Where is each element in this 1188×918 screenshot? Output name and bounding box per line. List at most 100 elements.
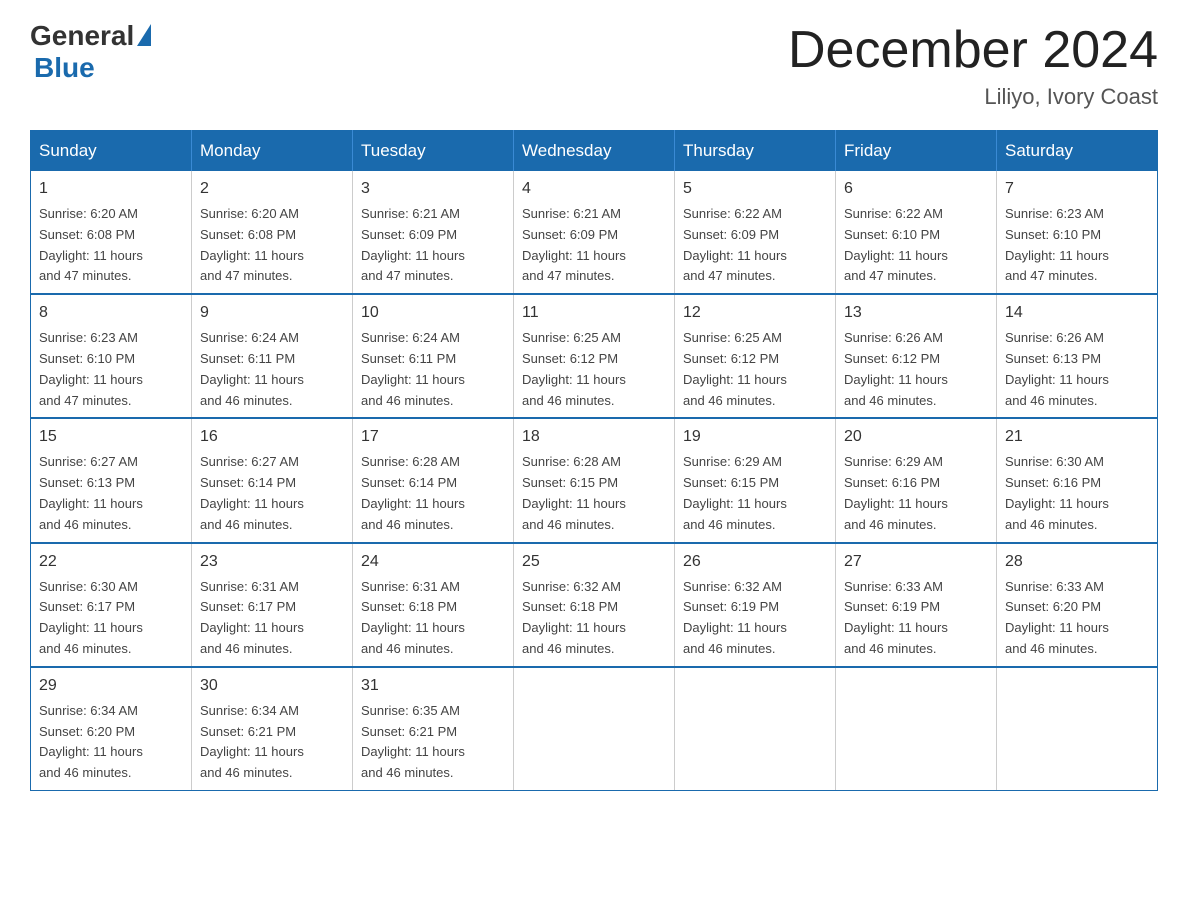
day-number: 19 bbox=[683, 425, 827, 449]
calendar-day-cell: 23 Sunrise: 6:31 AMSunset: 6:17 PMDaylig… bbox=[192, 543, 353, 667]
day-number: 21 bbox=[1005, 425, 1149, 449]
day-info: Sunrise: 6:34 AMSunset: 6:21 PMDaylight:… bbox=[200, 703, 304, 780]
day-info: Sunrise: 6:33 AMSunset: 6:19 PMDaylight:… bbox=[844, 579, 948, 656]
calendar-week-row: 8 Sunrise: 6:23 AMSunset: 6:10 PMDayligh… bbox=[31, 294, 1158, 418]
day-number: 7 bbox=[1005, 177, 1149, 201]
day-number: 1 bbox=[39, 177, 183, 201]
day-number: 8 bbox=[39, 301, 183, 325]
day-number: 30 bbox=[200, 674, 344, 698]
day-info: Sunrise: 6:27 AMSunset: 6:13 PMDaylight:… bbox=[39, 454, 143, 531]
calendar-week-row: 29 Sunrise: 6:34 AMSunset: 6:20 PMDaylig… bbox=[31, 667, 1158, 791]
day-info: Sunrise: 6:23 AMSunset: 6:10 PMDaylight:… bbox=[1005, 206, 1109, 283]
calendar-day-cell: 15 Sunrise: 6:27 AMSunset: 6:13 PMDaylig… bbox=[31, 418, 192, 542]
calendar-day-cell: 27 Sunrise: 6:33 AMSunset: 6:19 PMDaylig… bbox=[836, 543, 997, 667]
calendar-day-cell: 8 Sunrise: 6:23 AMSunset: 6:10 PMDayligh… bbox=[31, 294, 192, 418]
logo-general-text: General bbox=[30, 20, 134, 52]
calendar-day-cell: 5 Sunrise: 6:22 AMSunset: 6:09 PMDayligh… bbox=[675, 171, 836, 294]
calendar-day-cell: 10 Sunrise: 6:24 AMSunset: 6:11 PMDaylig… bbox=[353, 294, 514, 418]
calendar-day-cell: 18 Sunrise: 6:28 AMSunset: 6:15 PMDaylig… bbox=[514, 418, 675, 542]
day-number: 14 bbox=[1005, 301, 1149, 325]
calendar-day-cell: 24 Sunrise: 6:31 AMSunset: 6:18 PMDaylig… bbox=[353, 543, 514, 667]
logo: General Blue bbox=[30, 20, 151, 84]
day-info: Sunrise: 6:22 AMSunset: 6:09 PMDaylight:… bbox=[683, 206, 787, 283]
day-number: 9 bbox=[200, 301, 344, 325]
calendar-day-cell: 14 Sunrise: 6:26 AMSunset: 6:13 PMDaylig… bbox=[997, 294, 1158, 418]
calendar-day-cell: 28 Sunrise: 6:33 AMSunset: 6:20 PMDaylig… bbox=[997, 543, 1158, 667]
calendar-day-cell: 16 Sunrise: 6:27 AMSunset: 6:14 PMDaylig… bbox=[192, 418, 353, 542]
calendar-day-cell: 31 Sunrise: 6:35 AMSunset: 6:21 PMDaylig… bbox=[353, 667, 514, 791]
calendar-day-cell: 11 Sunrise: 6:25 AMSunset: 6:12 PMDaylig… bbox=[514, 294, 675, 418]
calendar-day-cell: 19 Sunrise: 6:29 AMSunset: 6:15 PMDaylig… bbox=[675, 418, 836, 542]
day-number: 11 bbox=[522, 301, 666, 325]
day-number: 18 bbox=[522, 425, 666, 449]
day-number: 5 bbox=[683, 177, 827, 201]
logo-blue-text: Blue bbox=[34, 52, 95, 84]
day-info: Sunrise: 6:23 AMSunset: 6:10 PMDaylight:… bbox=[39, 330, 143, 407]
day-info: Sunrise: 6:20 AMSunset: 6:08 PMDaylight:… bbox=[200, 206, 304, 283]
calendar-day-cell: 17 Sunrise: 6:28 AMSunset: 6:14 PMDaylig… bbox=[353, 418, 514, 542]
calendar-week-row: 22 Sunrise: 6:30 AMSunset: 6:17 PMDaylig… bbox=[31, 543, 1158, 667]
calendar-day-cell bbox=[514, 667, 675, 791]
day-info: Sunrise: 6:26 AMSunset: 6:12 PMDaylight:… bbox=[844, 330, 948, 407]
day-number: 24 bbox=[361, 550, 505, 574]
day-info: Sunrise: 6:31 AMSunset: 6:18 PMDaylight:… bbox=[361, 579, 465, 656]
day-number: 28 bbox=[1005, 550, 1149, 574]
day-number: 10 bbox=[361, 301, 505, 325]
day-info: Sunrise: 6:26 AMSunset: 6:13 PMDaylight:… bbox=[1005, 330, 1109, 407]
day-info: Sunrise: 6:25 AMSunset: 6:12 PMDaylight:… bbox=[683, 330, 787, 407]
day-number: 31 bbox=[361, 674, 505, 698]
title-section: December 2024 Liliyo, Ivory Coast bbox=[788, 20, 1158, 110]
day-number: 13 bbox=[844, 301, 988, 325]
calendar-day-cell: 26 Sunrise: 6:32 AMSunset: 6:19 PMDaylig… bbox=[675, 543, 836, 667]
calendar-day-cell: 25 Sunrise: 6:32 AMSunset: 6:18 PMDaylig… bbox=[514, 543, 675, 667]
day-number: 26 bbox=[683, 550, 827, 574]
calendar-day-header: Tuesday bbox=[353, 131, 514, 172]
day-info: Sunrise: 6:20 AMSunset: 6:08 PMDaylight:… bbox=[39, 206, 143, 283]
day-info: Sunrise: 6:28 AMSunset: 6:15 PMDaylight:… bbox=[522, 454, 626, 531]
day-number: 4 bbox=[522, 177, 666, 201]
day-info: Sunrise: 6:29 AMSunset: 6:16 PMDaylight:… bbox=[844, 454, 948, 531]
day-info: Sunrise: 6:27 AMSunset: 6:14 PMDaylight:… bbox=[200, 454, 304, 531]
day-number: 22 bbox=[39, 550, 183, 574]
calendar-day-cell: 2 Sunrise: 6:20 AMSunset: 6:08 PMDayligh… bbox=[192, 171, 353, 294]
calendar-day-cell: 12 Sunrise: 6:25 AMSunset: 6:12 PMDaylig… bbox=[675, 294, 836, 418]
calendar-day-cell: 20 Sunrise: 6:29 AMSunset: 6:16 PMDaylig… bbox=[836, 418, 997, 542]
calendar-day-cell: 7 Sunrise: 6:23 AMSunset: 6:10 PMDayligh… bbox=[997, 171, 1158, 294]
calendar-day-cell: 30 Sunrise: 6:34 AMSunset: 6:21 PMDaylig… bbox=[192, 667, 353, 791]
day-info: Sunrise: 6:30 AMSunset: 6:17 PMDaylight:… bbox=[39, 579, 143, 656]
day-info: Sunrise: 6:35 AMSunset: 6:21 PMDaylight:… bbox=[361, 703, 465, 780]
calendar-table: SundayMondayTuesdayWednesdayThursdayFrid… bbox=[30, 130, 1158, 791]
day-info: Sunrise: 6:22 AMSunset: 6:10 PMDaylight:… bbox=[844, 206, 948, 283]
calendar-day-header: Friday bbox=[836, 131, 997, 172]
calendar-day-cell: 4 Sunrise: 6:21 AMSunset: 6:09 PMDayligh… bbox=[514, 171, 675, 294]
calendar-day-cell: 21 Sunrise: 6:30 AMSunset: 6:16 PMDaylig… bbox=[997, 418, 1158, 542]
day-info: Sunrise: 6:34 AMSunset: 6:20 PMDaylight:… bbox=[39, 703, 143, 780]
calendar-day-cell: 1 Sunrise: 6:20 AMSunset: 6:08 PMDayligh… bbox=[31, 171, 192, 294]
calendar-subtitle: Liliyo, Ivory Coast bbox=[788, 84, 1158, 110]
day-number: 29 bbox=[39, 674, 183, 698]
calendar-day-header: Saturday bbox=[997, 131, 1158, 172]
calendar-day-header: Sunday bbox=[31, 131, 192, 172]
day-info: Sunrise: 6:28 AMSunset: 6:14 PMDaylight:… bbox=[361, 454, 465, 531]
day-info: Sunrise: 6:25 AMSunset: 6:12 PMDaylight:… bbox=[522, 330, 626, 407]
day-info: Sunrise: 6:24 AMSunset: 6:11 PMDaylight:… bbox=[361, 330, 465, 407]
calendar-title: December 2024 bbox=[788, 20, 1158, 80]
day-number: 20 bbox=[844, 425, 988, 449]
day-number: 6 bbox=[844, 177, 988, 201]
day-info: Sunrise: 6:21 AMSunset: 6:09 PMDaylight:… bbox=[361, 206, 465, 283]
calendar-day-cell bbox=[836, 667, 997, 791]
day-info: Sunrise: 6:30 AMSunset: 6:16 PMDaylight:… bbox=[1005, 454, 1109, 531]
calendar-day-header: Monday bbox=[192, 131, 353, 172]
calendar-day-cell: 13 Sunrise: 6:26 AMSunset: 6:12 PMDaylig… bbox=[836, 294, 997, 418]
calendar-day-cell: 3 Sunrise: 6:21 AMSunset: 6:09 PMDayligh… bbox=[353, 171, 514, 294]
calendar-day-cell: 29 Sunrise: 6:34 AMSunset: 6:20 PMDaylig… bbox=[31, 667, 192, 791]
day-info: Sunrise: 6:21 AMSunset: 6:09 PMDaylight:… bbox=[522, 206, 626, 283]
day-number: 15 bbox=[39, 425, 183, 449]
day-number: 16 bbox=[200, 425, 344, 449]
day-number: 17 bbox=[361, 425, 505, 449]
day-info: Sunrise: 6:32 AMSunset: 6:19 PMDaylight:… bbox=[683, 579, 787, 656]
calendar-day-cell bbox=[675, 667, 836, 791]
day-info: Sunrise: 6:33 AMSunset: 6:20 PMDaylight:… bbox=[1005, 579, 1109, 656]
calendar-day-header: Thursday bbox=[675, 131, 836, 172]
day-number: 27 bbox=[844, 550, 988, 574]
